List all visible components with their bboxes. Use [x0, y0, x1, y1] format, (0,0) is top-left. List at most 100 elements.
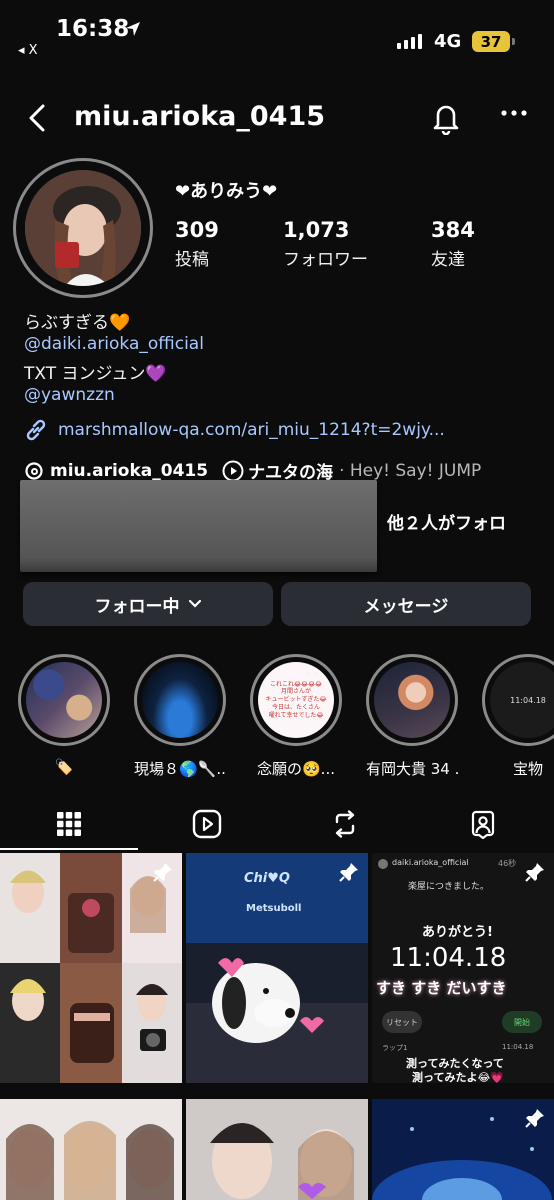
stat-followers-value: 1,073 [283, 218, 350, 242]
music-artist: · Hey! Say! JUMP [339, 460, 482, 481]
stopwatch-time: 11:04.18 [390, 943, 507, 973]
lap-time: 11:04.18 [502, 1043, 534, 1051]
bio-mention-yawnzzn[interactable]: @yawnzzn [24, 385, 115, 405]
avatar[interactable] [25, 170, 141, 286]
display-name: ❤ありみう❤ [175, 181, 278, 202]
highlight-cover [374, 662, 450, 738]
highlight-note-line: 月間さんが [280, 688, 311, 696]
status-time: 16:38 [56, 16, 130, 42]
bell-icon[interactable] [430, 101, 462, 135]
highlight-caption: 有岡大貴 34 ... [366, 760, 458, 778]
stat-followers-label: フォロワー [283, 250, 368, 270]
highlight-item[interactable]: 🏷️ [18, 654, 110, 776]
pin-icon [339, 863, 358, 882]
highlight-caption: 宝物 [512, 760, 543, 778]
avatar-story-ring[interactable] [13, 158, 153, 298]
story-username: daiki.arioka_official [392, 858, 469, 867]
highlight-stopwatch-time: 11:04.18 [510, 695, 546, 705]
highlight-item[interactable]: 現場８🌎🥄... [134, 654, 226, 779]
stopwatch-reset-button: リセット [382, 1011, 422, 1033]
avatar-photo [25, 170, 141, 286]
threads-icon [25, 461, 43, 480]
highlight-item[interactable]: 11:04.18 宝物 [482, 654, 554, 779]
post-tile[interactable] [372, 1099, 554, 1200]
highlight-ring [134, 654, 226, 746]
highlight-item[interactable]: これこれ😂😂😂😂 月間さんが キュービットすぎた😂 今日は、たくさん 曜れて幸せ… [250, 654, 342, 779]
tab-reels[interactable] [138, 800, 276, 848]
highlight-cover [142, 662, 218, 738]
highlight-ring [366, 654, 458, 746]
post-tile[interactable] [0, 1099, 182, 1200]
tagged-person-icon [471, 810, 495, 839]
post-collage-image [0, 853, 182, 1083]
grid-icon [57, 812, 81, 836]
link-icon [26, 419, 46, 441]
pin-icon [153, 863, 172, 882]
bio-line-3-text: TXT ヨンジュン [24, 364, 146, 384]
stat-followers[interactable]: 1,073 フォロワー [283, 218, 368, 270]
story-text: 楽屋につきました。 [408, 882, 490, 892]
bio-mention-daiki[interactable]: @daiki.arioka_official [24, 334, 204, 354]
active-tab-indicator [0, 848, 138, 850]
reels-icon [192, 809, 222, 839]
story-caption-2: 測ってみたよ😂💗 [412, 1071, 504, 1083]
following-button[interactable]: フォロー中 [23, 582, 273, 626]
message-button[interactable]: メッセージ [281, 582, 531, 626]
pin-icon [525, 863, 544, 882]
post-concert-image [186, 853, 368, 1083]
highlight-caption: 現場８🌎🥄... [134, 760, 226, 778]
battery-level: 37 [480, 32, 502, 51]
highlight-caption: 念願の🥺... [257, 760, 335, 778]
stat-friends-label: 友達 [431, 250, 465, 270]
story-thanks: ありがとう! [422, 925, 493, 940]
network-type: 4G [434, 31, 462, 52]
bio-line-1-text: らぶすぎる [24, 313, 109, 333]
stat-friends-value: 384 [431, 218, 475, 242]
highlight-note-line: 曜れて幸せでした😂 [268, 711, 324, 719]
post-photo-image [186, 1099, 368, 1200]
back-to-app-link[interactable]: ◂ X [18, 43, 38, 58]
purple-heart-emoji: 💜 [145, 364, 167, 384]
stopwatch-reset-label: リセット [386, 1017, 418, 1027]
bio-external-link[interactable]: marshmallow-qa.com/ari_miu_1214?t=2wjy..… [24, 418, 445, 442]
bio-line-1: らぶすぎる🧡 [24, 308, 130, 333]
concert-banner-subtext: Metsuboll [246, 903, 302, 914]
story-avatar [378, 859, 388, 869]
tab-tagged[interactable] [414, 800, 552, 848]
threads-handle[interactable]: miu.arioka_0415 [50, 461, 208, 481]
back-arrow-icon[interactable] [26, 103, 48, 133]
post-photo-image [0, 1099, 182, 1200]
pin-icon [525, 1109, 544, 1128]
highlight-ring: これこれ😂😂😂😂 月間さんが キュービットすぎた😂 今日は、たくさん 曜れて幸せ… [250, 654, 342, 746]
story-age: 46秒 [498, 859, 517, 868]
stat-posts-label: 投稿 [175, 250, 209, 270]
followed-by-text[interactable]: 、他２人がフォロ [370, 509, 506, 534]
highlight-ring [18, 654, 110, 746]
tab-grid[interactable] [0, 800, 138, 848]
orange-heart-emoji: 🧡 [109, 313, 131, 333]
post-tile[interactable]: Chi♥Q Metsuboll [186, 853, 368, 1083]
status-bar: 16:38 ◂ X 4G 37 [0, 0, 554, 70]
concert-banner-text: Chi♥Q [244, 871, 290, 886]
bio-link-text: marshmallow-qa.com/ari_miu_1214?t=2wjy..… [58, 420, 445, 440]
following-button-label: フォロー中 [94, 596, 180, 617]
stat-posts[interactable]: 309 投稿 [175, 218, 219, 270]
highlight-item[interactable]: 有岡大貴 34 ... [366, 654, 458, 779]
love-sticker: すき すき だいすき [376, 979, 507, 997]
highlight-cover: これこれ😂😂😂😂 月間さんが キュービットすぎた😂 今日は、たくさん 曜れて幸せ… [258, 662, 334, 738]
post-tile[interactable] [0, 853, 182, 1083]
tab-reposts[interactable] [276, 800, 414, 848]
highlight-ring: 11:04.18 [482, 654, 554, 746]
highlight-note-line: キュービットすぎた😂 [265, 696, 327, 704]
stopwatch-start-label: 開始 [514, 1017, 530, 1027]
post-tile[interactable]: daiki.arioka_official 46秒 楽屋につきました。 ありがと… [372, 853, 554, 1083]
profile-header: miu.arioka_0415 [0, 95, 554, 145]
repost-icon [335, 810, 355, 838]
profile-tabs [0, 800, 554, 848]
more-options-icon[interactable] [500, 107, 528, 119]
stat-friends[interactable]: 384 友達 [431, 218, 475, 270]
bio-line-3: TXT ヨンジュン💜 [24, 359, 167, 384]
post-tile[interactable] [186, 1099, 368, 1200]
music-play-icon[interactable] [222, 460, 244, 482]
message-button-label: メッセージ [363, 596, 449, 617]
